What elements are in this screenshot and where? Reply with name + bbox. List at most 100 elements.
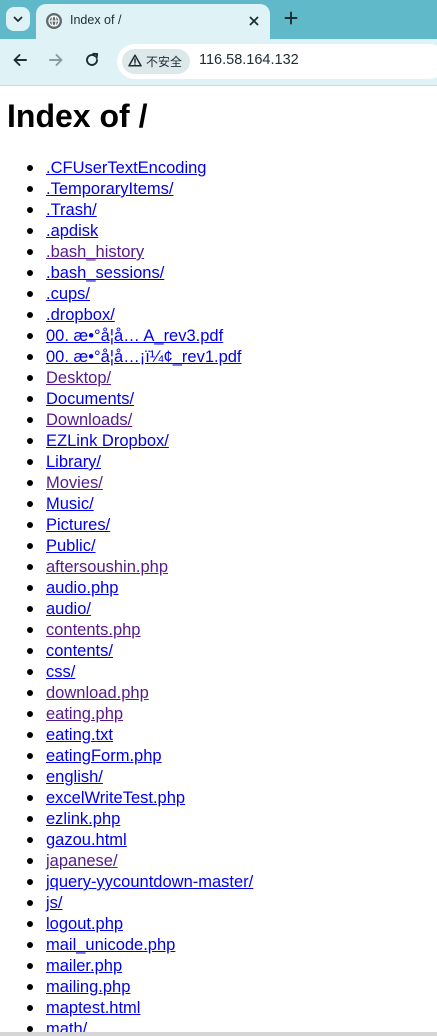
url-text[interactable]: 116.58.164.132 (199, 52, 299, 68)
list-item: eating.php (27, 703, 253, 724)
file-link[interactable]: Library/ (46, 453, 101, 471)
bullet-icon (27, 522, 33, 528)
file-link[interactable]: aftersoushin.php (46, 558, 168, 576)
file-link[interactable]: jquery-yycountdown-master/ (46, 873, 253, 891)
file-link[interactable]: contents/ (46, 642, 113, 660)
close-icon[interactable] (244, 11, 264, 31)
bullet-icon (27, 333, 33, 339)
list-item: eatingForm.php (27, 745, 253, 766)
file-link[interactable]: Movies/ (46, 474, 103, 492)
bullet-icon (27, 312, 33, 318)
tab-active[interactable]: Index of / (36, 4, 270, 39)
tab-title: Index of / (70, 13, 122, 27)
file-link[interactable]: css/ (46, 663, 75, 681)
bullet-icon (27, 270, 33, 276)
file-link[interactable]: 00. æ•°å¦å… A_rev3.pdf (46, 327, 223, 345)
bullet-icon (27, 480, 33, 486)
file-link[interactable]: japanese/ (46, 852, 118, 870)
address-bar[interactable]: 不安全 116.58.164.132 (117, 44, 437, 79)
reload-button[interactable] (80, 50, 104, 74)
list-item: .bash_history (27, 241, 253, 262)
file-link[interactable]: 00. æ•°å¦å…¡ï¼¢_rev1.pdf (46, 348, 242, 366)
bullet-icon (27, 606, 33, 612)
file-link[interactable]: ezlink.php (46, 810, 120, 828)
list-item: english/ (27, 766, 253, 787)
file-link[interactable]: maptest.html (46, 999, 140, 1017)
file-link[interactable]: contents.php (46, 621, 141, 639)
file-link[interactable]: gazou.html (46, 831, 127, 849)
file-link[interactable]: mailer.php (46, 957, 122, 975)
list-item: mail_unicode.php (27, 934, 253, 955)
file-link[interactable]: .TemporaryItems/ (46, 180, 173, 198)
back-button[interactable] (8, 50, 32, 74)
bullet-icon (27, 984, 33, 990)
bullet-icon (27, 753, 33, 759)
file-link[interactable]: excelWriteTest.php (46, 789, 185, 807)
file-link[interactable]: .bash_sessions/ (46, 264, 164, 282)
file-link[interactable]: mailing.php (46, 978, 130, 996)
warning-triangle-icon (128, 52, 142, 71)
file-link[interactable]: Desktop/ (46, 369, 111, 387)
bullet-icon (27, 564, 33, 570)
file-link[interactable]: .Trash/ (46, 201, 97, 219)
bullet-icon (27, 879, 33, 885)
list-item: .TemporaryItems/ (27, 178, 253, 199)
bullet-icon (27, 354, 33, 360)
bullet-icon (27, 396, 33, 402)
file-link[interactable]: Pictures/ (46, 516, 110, 534)
list-item: .cups/ (27, 283, 253, 304)
bullet-icon (27, 900, 33, 906)
file-link[interactable]: english/ (46, 768, 103, 786)
forward-button[interactable] (44, 50, 68, 74)
back-arrow-icon (12, 52, 28, 72)
security-indicator[interactable]: 不安全 (122, 49, 191, 74)
list-item: eating.txt (27, 724, 253, 745)
list-item: 00. æ•°å¦å… A_rev3.pdf (27, 325, 253, 346)
file-link[interactable]: js/ (46, 894, 63, 912)
bullet-icon (27, 375, 33, 381)
file-link[interactable]: logout.php (46, 915, 123, 933)
tab-search-button[interactable] (6, 7, 30, 31)
file-link[interactable]: audio.php (46, 579, 119, 597)
list-item: gazou.html (27, 829, 253, 850)
file-link[interactable]: Downloads/ (46, 411, 132, 429)
file-link[interactable]: eatingForm.php (46, 747, 162, 765)
list-item: logout.php (27, 913, 253, 934)
file-link[interactable]: EZLink Dropbox/ (46, 432, 169, 450)
file-link[interactable]: .apdisk (46, 222, 98, 240)
bullet-icon (27, 942, 33, 948)
list-item: mailer.php (27, 955, 253, 976)
file-link[interactable]: Documents/ (46, 390, 134, 408)
list-item: .bash_sessions/ (27, 262, 253, 283)
window-bottom-edge (0, 1032, 437, 1036)
file-link[interactable]: mail_unicode.php (46, 936, 175, 954)
list-item: .Trash/ (27, 199, 253, 220)
list-item: Public/ (27, 535, 253, 556)
new-tab-button[interactable] (279, 7, 303, 31)
bullet-icon (27, 459, 33, 465)
file-link[interactable]: download.php (46, 684, 149, 702)
bullet-icon (27, 816, 33, 822)
bullet-icon (27, 669, 33, 675)
list-item: Desktop/ (27, 367, 253, 388)
list-item: .CFUserTextEncoding (27, 157, 253, 178)
bullet-icon (27, 186, 33, 192)
bullet-icon (27, 249, 33, 255)
list-item: Pictures/ (27, 514, 253, 535)
plus-icon (284, 10, 298, 29)
file-link[interactable]: eating.txt (46, 726, 113, 744)
list-item: contents.php (27, 619, 253, 640)
file-link[interactable]: .bash_history (46, 243, 144, 261)
list-item: Documents/ (27, 388, 253, 409)
file-link[interactable]: .dropbox/ (46, 306, 115, 324)
list-item: Music/ (27, 493, 253, 514)
file-link[interactable]: Music/ (46, 495, 94, 513)
file-link[interactable]: Public/ (46, 537, 96, 555)
file-link[interactable]: .CFUserTextEncoding (46, 159, 206, 177)
file-link[interactable]: .cups/ (46, 285, 90, 303)
bullet-icon (27, 648, 33, 654)
file-link[interactable]: audio/ (46, 600, 91, 618)
file-link[interactable]: eating.php (46, 705, 123, 723)
bullet-icon (27, 921, 33, 927)
forward-arrow-icon (48, 52, 64, 72)
